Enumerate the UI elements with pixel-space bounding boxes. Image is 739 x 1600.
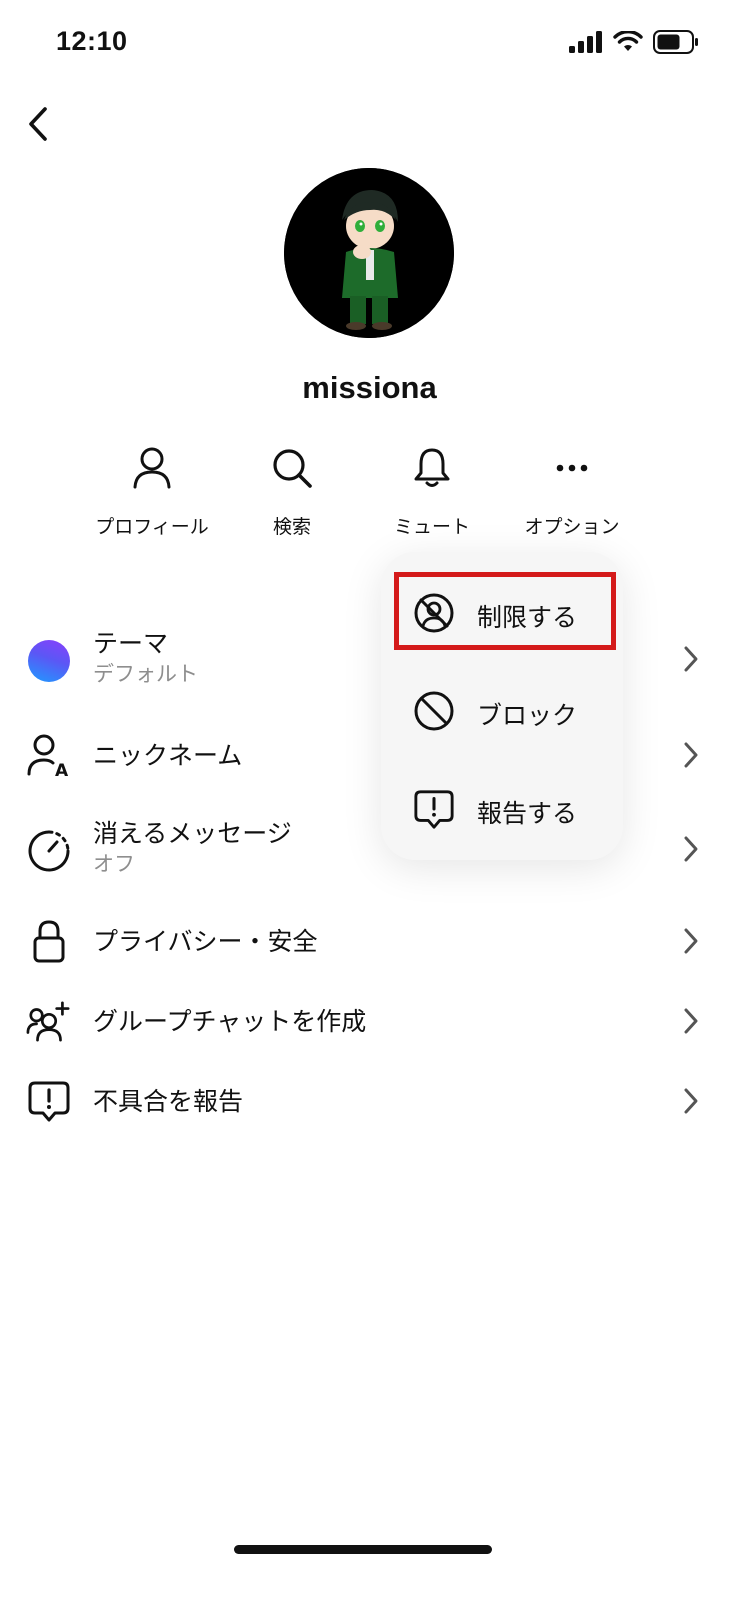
settings-row-title: ニックネーム [93,741,243,770]
menu-item-restrict[interactable]: 制限する [381,572,623,652]
timer-icon [26,828,72,874]
nickname-icon: A [26,732,72,778]
avatar[interactable] [284,168,454,338]
report-bubble-icon [411,786,457,832]
lock-icon [26,918,72,964]
settings-row-title: 不具合を報告 [93,1087,244,1116]
menu-item-report[interactable]: 報告する [381,768,623,848]
settings-row-vanish-mode[interactable]: 消えるメッセージ オフ [0,808,739,888]
menu-item-block[interactable]: ブロック [381,670,623,750]
restrict-icon [411,590,457,636]
menu-item-label: ブロック [477,701,578,730]
settings-row-create-group[interactable]: グループチャットを作成 [0,994,739,1050]
settings-row-title: 消えるメッセージ [93,819,292,848]
settings-row-subtitle: デフォルト [93,662,198,686]
chevron-right-icon [684,836,698,862]
profile-username: missiona [302,370,437,405]
settings-row-title: テーマ [93,629,169,658]
search-action-label: 検索 [272,516,311,538]
chevron-right-icon [684,742,698,768]
status-time: 12:10 [56,26,128,56]
chevron-right-icon [684,1008,698,1034]
menu-item-label: 制限する [477,603,578,632]
status-icons [569,30,699,54]
chevron-right-icon [684,1088,698,1114]
home-indicator[interactable] [234,1545,492,1554]
search-icon [217,440,367,496]
back-chevron-icon [29,107,47,141]
settings-row-theme[interactable]: テーマ デフォルト [0,620,739,698]
mute-action-label: ミュート [393,516,470,538]
block-icon [411,688,457,734]
back-button[interactable] [18,100,58,148]
battery-icon [653,30,698,54]
chevron-right-icon [684,646,698,672]
report-bubble-icon [26,1078,72,1124]
bell-icon [357,440,507,496]
profile-action-label: プロフィール [95,516,209,538]
options-action[interactable]: オプション [497,440,647,539]
settings-row-report-problem[interactable]: 不具合を報告 [0,1074,739,1130]
settings-row-subtitle: オフ [93,852,135,876]
status-bar: 12:10 [0,0,739,88]
svg-text:A: A [55,761,69,778]
chevron-right-icon [684,928,698,954]
settings-row-nickname[interactable]: A ニックネーム [0,728,739,784]
signal-icon [569,31,602,53]
profile-action[interactable]: プロフィール [77,440,227,539]
search-action[interactable]: 検索 [217,440,367,539]
mute-action[interactable]: ミュート [357,440,507,539]
settings-row-title: グループチャットを作成 [93,1007,367,1036]
menu-item-label: 報告する [477,799,578,828]
settings-row-title: プライバシー・安全 [93,927,318,956]
options-action-label: オプション [524,516,620,538]
avatar-character-image [284,168,454,338]
theme-color-dot [26,638,72,684]
more-icon [497,440,647,496]
wifi-icon [613,31,643,51]
add-group-icon [26,998,72,1044]
options-popup-menu: 制限する ブロック 報告する [381,552,623,860]
settings-row-privacy[interactable]: プライバシー・安全 [0,914,739,970]
person-icon [77,440,227,496]
